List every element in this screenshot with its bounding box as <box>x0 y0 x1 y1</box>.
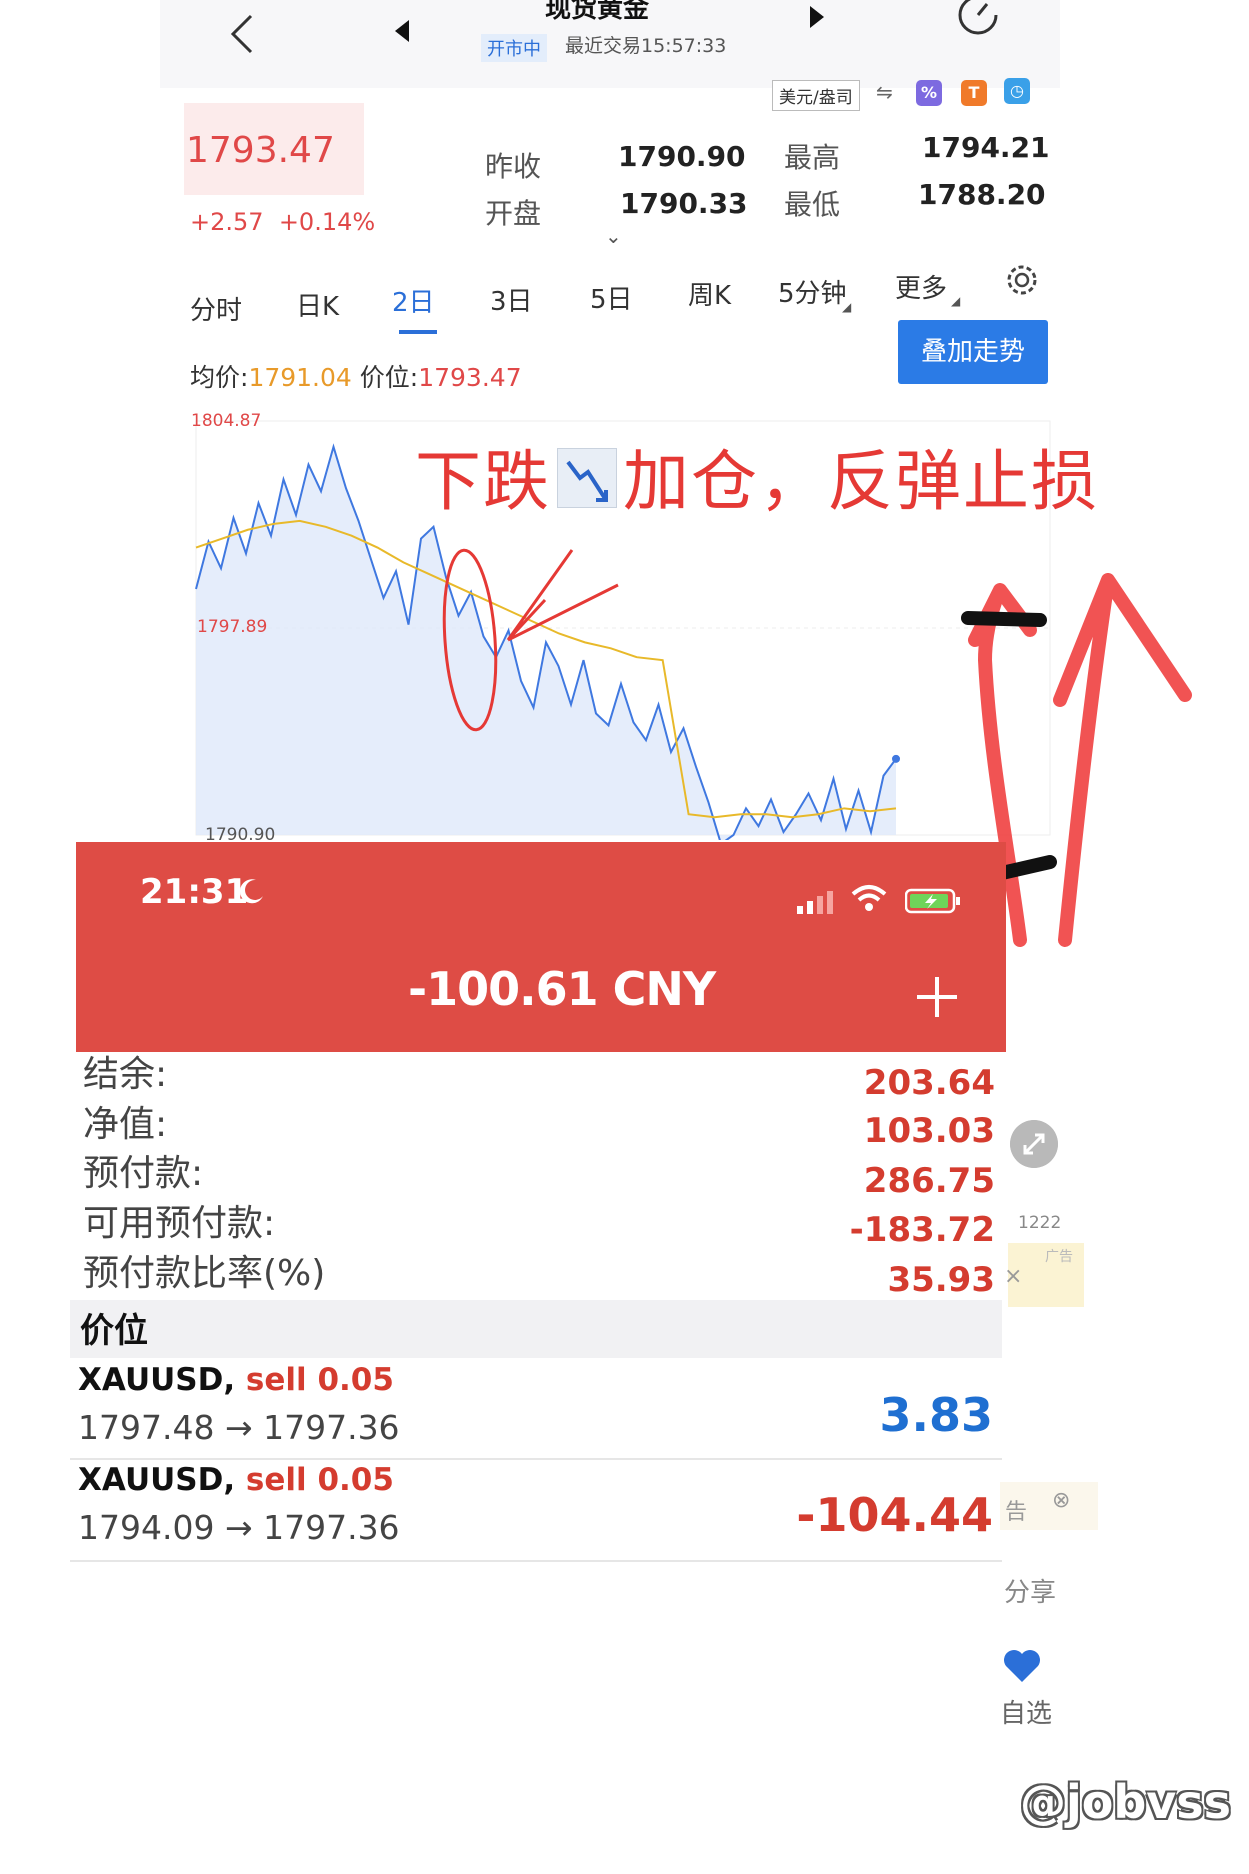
tab-5-day[interactable]: 5日 <box>590 279 633 316</box>
price-value: 1793.47 <box>418 363 522 392</box>
t-icon[interactable]: T <box>961 80 987 106</box>
tab-more[interactable]: 更多 <box>895 268 947 305</box>
positions-title: 价位 <box>80 1311 148 1351</box>
equity-value: 103.03 <box>863 1111 995 1151</box>
battery-icon <box>905 888 960 914</box>
margin-value: 286.75 <box>863 1161 995 1201</box>
close-icon[interactable]: ⊗ <box>1052 1488 1070 1513</box>
chart-info-line: 均价:1791.04 价位:1793.47 <box>190 358 522 394</box>
expand-caret-icon[interactable]: ⌄ <box>605 224 622 248</box>
large-arrow-mark <box>1053 573 1192 947</box>
row-divider <box>70 1458 1002 1460</box>
positions-header <box>70 1300 1002 1358</box>
floating-pnl: -100.61 CNY <box>408 962 716 1016</box>
moon-icon <box>239 879 263 904</box>
tab-3-day[interactable]: 3日 <box>490 281 533 318</box>
change-percent: +0.14% <box>278 208 376 236</box>
ad-label: 告 <box>1005 1500 1028 1525</box>
y-tick-mid: 1797.89 <box>197 617 268 637</box>
price-label: 价位: <box>359 363 419 392</box>
refresh-icon[interactable] <box>955 0 1001 38</box>
last-trade-time: 最近交易15:57:33 <box>565 35 727 57</box>
position-symbol: XAUUSD, <box>78 1362 236 1398</box>
next-instrument-icon[interactable] <box>810 6 824 28</box>
expand-icon[interactable] <box>1010 1120 1058 1168</box>
margin-level-value: 35.93 <box>887 1260 995 1300</box>
low-value: 1788.20 <box>918 178 1046 211</box>
tab-2-day[interactable]: 2日 <box>392 282 435 319</box>
annotation-left: 下跌 <box>415 443 551 520</box>
market-status-badge: 开市中 <box>481 34 547 62</box>
position-profit: -104.44 <box>796 1488 993 1542</box>
back-arrow-icon[interactable] <box>225 12 259 56</box>
row-divider <box>70 1560 1002 1562</box>
annotation-text: 下跌 加仓，反弹止损 <box>415 428 1099 524</box>
clock-icon[interactable]: ◷ <box>1004 78 1030 104</box>
prev-close-label: 昨收 <box>485 150 542 183</box>
prev-instrument-icon[interactable] <box>395 20 409 42</box>
position-prices: 1794.09 → 1797.36 <box>78 1508 400 1547</box>
gear-icon[interactable] <box>1004 262 1040 298</box>
change-value: +2.57 <box>190 208 264 236</box>
position-symbol-line[interactable]: XAUUSD, sell 0.05 <box>78 1462 394 1498</box>
status-time: 21:31 <box>140 872 249 912</box>
low-label: 最低 <box>784 188 841 221</box>
close-icon[interactable]: × <box>1004 1264 1022 1289</box>
swap-icon[interactable]: ⇋ <box>876 80 893 104</box>
add-order-icon[interactable] <box>915 975 959 1019</box>
dropdown-corner-icon: ◢ <box>842 300 852 314</box>
dropdown-corner-icon: ◢ <box>951 294 961 308</box>
y-tick-high: 1804.87 <box>191 411 262 431</box>
annotation-right: 加仓，反弹止损 <box>623 443 1099 520</box>
currency-selector[interactable]: 美元/盎司 <box>772 80 860 111</box>
overlay-trend-button[interactable]: 叠加走势 <box>898 320 1048 384</box>
tab-daily-k[interactable]: 日K <box>296 286 339 323</box>
position-side: sell 0.05 <box>245 1462 394 1498</box>
page-title: 现货黄金 <box>545 0 650 24</box>
ad-label: 广告 <box>1045 1249 1073 1265</box>
view-count: 1222 <box>1018 1213 1062 1233</box>
margin-level-label: 预付款比率(%) <box>83 1253 326 1294</box>
position-prices: 1797.48 → 1797.36 <box>78 1408 400 1447</box>
position-symbol-line[interactable]: XAUUSD, sell 0.05 <box>78 1362 394 1398</box>
tab-5-min[interactable]: 5分钟 <box>778 273 847 310</box>
balance-label: 结余: <box>83 1054 168 1095</box>
watermark: @jobvss <box>1020 1775 1232 1829</box>
wifi-icon <box>851 885 887 911</box>
free-margin-value: -183.72 <box>849 1210 995 1250</box>
price-change: +2.57 +0.14% <box>190 208 375 236</box>
tab-intraday[interactable]: 分时 <box>190 290 242 327</box>
avg-label: 均价: <box>190 363 249 392</box>
position-side: sell 0.05 <box>245 1362 394 1398</box>
prev-close-value: 1790.90 <box>618 140 746 173</box>
percent-icon[interactable]: % <box>916 80 942 106</box>
position-profit: 3.83 <box>879 1388 994 1442</box>
last-price-point <box>892 754 900 763</box>
free-margin-label: 可用预付款: <box>83 1203 276 1244</box>
share-label[interactable]: 分享 <box>1004 1572 1056 1609</box>
open-value: 1790.33 <box>620 187 748 220</box>
chart-decreasing-icon <box>557 448 617 508</box>
balance-value: 203.64 <box>863 1063 995 1103</box>
high-value: 1794.21 <box>922 131 1050 164</box>
avg-value: 1791.04 <box>248 363 352 392</box>
active-tab-indicator <box>399 330 437 334</box>
signal-icon <box>797 891 833 914</box>
margin-label: 预付款: <box>83 1153 204 1194</box>
current-price: 1793.47 <box>186 130 335 171</box>
position-symbol: XAUUSD, <box>78 1462 236 1498</box>
equity-label: 净值: <box>83 1104 168 1145</box>
high-label: 最高 <box>784 141 841 174</box>
heart-icon[interactable] <box>1002 1648 1042 1684</box>
tab-weekly-k[interactable]: 周K <box>688 275 731 312</box>
open-label: 开盘 <box>485 197 542 230</box>
favorite-label[interactable]: 自选 <box>1000 1693 1052 1730</box>
